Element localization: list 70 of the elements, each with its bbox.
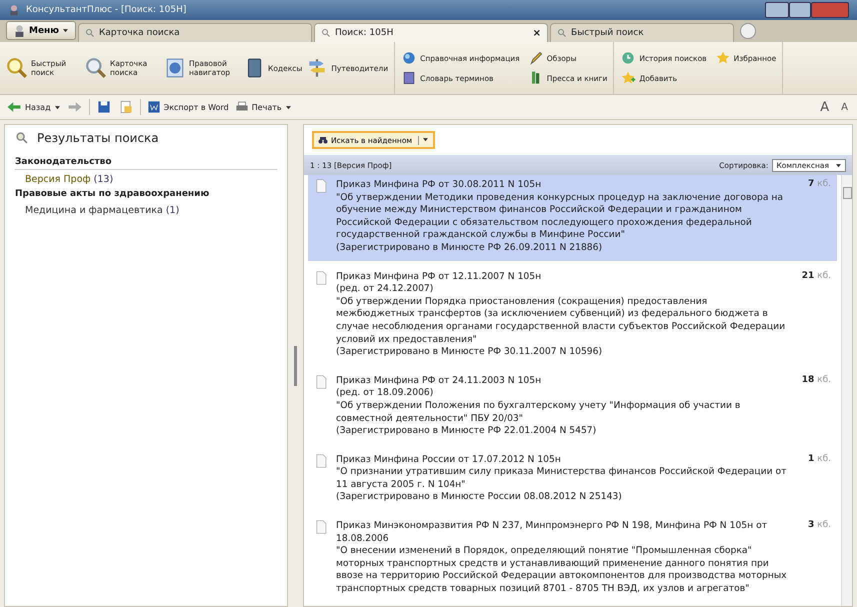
- pen-icon: [528, 50, 544, 66]
- magnifier-icon: [321, 28, 332, 38]
- tab-label: Карточка поиска: [99, 28, 180, 38]
- document-description: "Об утверждении Положения по бухгалтерскому учету "Информация об участии в совместной деятельности" ПБУ 20/03": [336, 400, 742, 426]
- document-description: "Об утверждении Методики проведения конкурсных процедур на заключение договора на обучение между Министерством финансов Российской Федерации и гражданином Российской Федерации с обязательством последующего прохождения федеральной государственной гражданской службы в Минфине России": [336, 192, 784, 242]
- star-icon: [714, 50, 731, 66]
- document-title: Приказ Минэкономразвития РФ N 237, Минпромэнерго РФ N 198, Минфина РФ N 105н от 18.08.2006: [336, 520, 768, 546]
- clock-icon: [620, 50, 636, 66]
- close-tab-button[interactable]: ×: [532, 28, 542, 38]
- document-icon: [314, 179, 328, 193]
- magnifier-icon: [6, 57, 28, 79]
- document-title: Приказ Минфина РФ от 24.11.2003 N 105н: [336, 374, 542, 388]
- result-group-item[interactable]: Медицина и фармацевтика (1): [15, 205, 277, 216]
- document-description: "Об утверждении Порядка приостановления (сокращения) предоставления межбюджетных трансфертов (за исключением субвенций) из федерального бюджета в случае несоблюдения органами государственной власти субъектов Российской Федерации условий их предоставления": [336, 296, 786, 346]
- caret-icon: [54, 104, 61, 110]
- caret-icon: [422, 136, 430, 142]
- tab-label: Быстрый поиск: [571, 28, 644, 38]
- magnifier-icon: [85, 28, 96, 38]
- document-size: 21 кб.: [800, 270, 831, 283]
- panel-title: Результаты поиска: [37, 131, 159, 145]
- avatar-icon: [13, 24, 26, 37]
- section-heading: Правовые акты по здравоохранению: [15, 189, 210, 201]
- document-title: Приказ Минфина РФ от 12.11.2007 N 105н: [336, 270, 542, 284]
- maximize-button[interactable]: [789, 2, 811, 18]
- export-word-button[interactable]: Экспорт в Word: [146, 100, 229, 114]
- document-size: 1 кб.: [807, 454, 831, 466]
- document-icon: [314, 270, 328, 285]
- document-size: 7 кб.: [807, 179, 831, 191]
- caret-icon: [284, 104, 292, 110]
- caret-icon: [62, 27, 70, 34]
- document-registration: (Зарегистрировано в Минюсте России 08.08.2012 N 25143): [336, 491, 623, 504]
- splitter-handle[interactable]: [294, 346, 297, 386]
- document-size: 3 кб.: [807, 520, 831, 532]
- document-title: Приказ Минфина РФ от 30.08.2011 N 105н: [336, 179, 542, 192]
- result-group-item[interactable]: Версия Проф (13): [15, 174, 277, 185]
- document-size: 18 кб.: [800, 374, 831, 387]
- document-title: Приказ Минфина России от 17.07.2012 N 105н: [336, 454, 562, 466]
- document-row[interactable]: [308, 175, 837, 261]
- tab[interactable]: Карточка поиска: [78, 23, 312, 42]
- document-registration: (Зарегистрировано в Минюсте РФ 22.01.2004 N 5457): [336, 425, 598, 438]
- app-icon: [8, 4, 20, 16]
- magnifier-icon: [557, 28, 568, 38]
- magnifier-icon: [15, 131, 29, 145]
- scrollbar[interactable]: [841, 175, 852, 606]
- globe-icon: [401, 50, 418, 66]
- tab[interactable]: Поиск: 105Н ×: [314, 23, 548, 42]
- document-edition: (ред. от 18.09.2006): [336, 387, 434, 400]
- tab-label: Поиск: 105Н: [335, 28, 394, 38]
- document-description: "О внесении изменений в Порядок, определяющий понятие "Промышленная сборка" моторных транспортных средств и устанавливающий применение данного понятия при ввозе на территорию Российской Федерации автокомпонентов для производства моторных транспортных средств товарных позиций 8701 - 8705 ТН ВЭД, их узлов и агрегатов": [336, 545, 787, 596]
- document-icon: [314, 454, 328, 468]
- tab[interactable]: Быстрый поиск: [550, 23, 734, 42]
- document-edition: (ред. от 24.12.2007): [336, 283, 434, 296]
- document-registration: (Зарегистрировано в Минюсте РФ 26.09.2011 N 21886): [336, 242, 604, 255]
- print-button[interactable]: Печать: [234, 100, 292, 114]
- window-title: КонсультантПлюс - [Поиск: 105Н]: [26, 5, 186, 15]
- section-heading: Законодательство: [15, 157, 277, 170]
- magnifier-icon: [85, 57, 107, 79]
- document-icon: [314, 520, 328, 534]
- increase-font-button[interactable]: A: [817, 100, 832, 114]
- minimize-button[interactable]: [765, 2, 789, 18]
- word-document-icon: [146, 100, 161, 114]
- menu-button[interactable]: Меню: [6, 21, 76, 40]
- binoculars-icon: [318, 135, 328, 145]
- caret-icon: [835, 162, 842, 168]
- document-icon: [314, 374, 328, 389]
- star-add-icon: [620, 70, 636, 86]
- decrease-font-button[interactable]: A: [838, 102, 851, 112]
- back-button[interactable]: Назад: [6, 99, 61, 115]
- document-description: "О признании утратившим силу приказа Министерства финансов Российской Федерации от 11 августа 2005 г. N 104н": [336, 466, 787, 492]
- document-registration: (Зарегистрировано в Минюсте РФ 30.11.2007 N 10596): [336, 346, 604, 359]
